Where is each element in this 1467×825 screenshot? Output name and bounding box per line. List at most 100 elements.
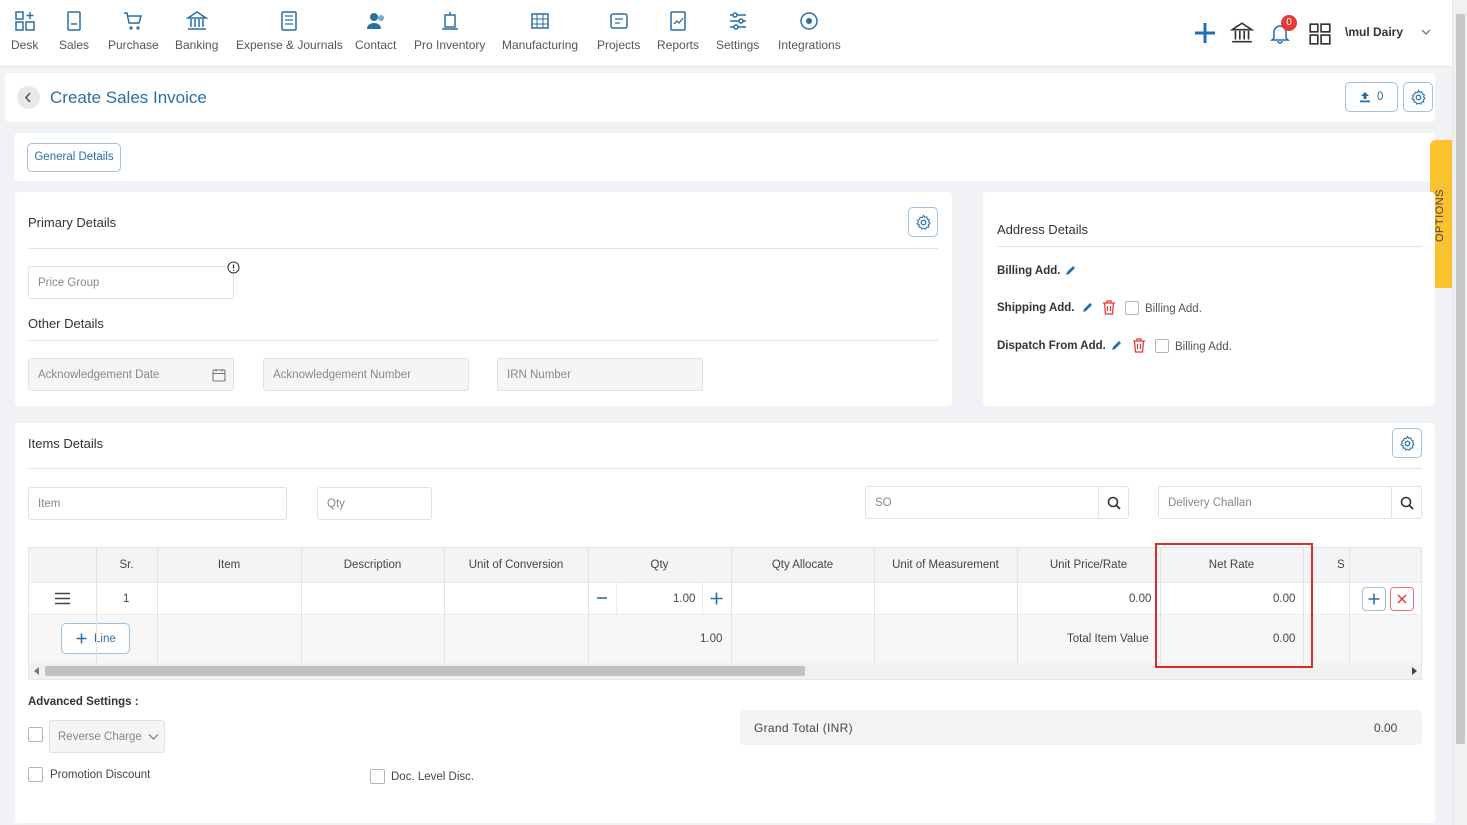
scroll-left-icon[interactable] — [34, 667, 40, 675]
nav-projects-label: Projects — [597, 38, 641, 52]
total-item-value-label: Total Item Value — [1067, 633, 1149, 645]
divider — [874, 548, 875, 663]
nav-purchase[interactable]: Purchase — [108, 10, 159, 52]
nav-expense-journals[interactable]: Expense & Journals — [236, 10, 343, 52]
dispatch-from-address-label: Dispatch From Add. — [997, 340, 1106, 352]
vertical-scrollbar[interactable] — [1452, 0, 1467, 825]
row-unit-price[interactable]: 0.00 — [1129, 593, 1151, 605]
nav-expense-label: Expense & Journals — [236, 38, 343, 52]
title-bar — [5, 73, 1435, 122]
acknowledgement-number-input[interactable]: Acknowledgement Number — [263, 358, 469, 391]
nav-inventory-label: Pro Inventory — [414, 38, 486, 52]
qty-input[interactable]: Qty — [317, 487, 432, 520]
nav-projects[interactable]: Projects — [597, 10, 640, 52]
nav-contact[interactable]: Contact — [355, 10, 396, 52]
add-row-button[interactable] — [1362, 587, 1386, 611]
doc-level-disc-label: Doc. Level Disc. — [391, 771, 475, 783]
close-icon — [1397, 594, 1407, 604]
so-input[interactable]: SO — [865, 486, 1129, 519]
chevron-down-icon[interactable] — [1421, 28, 1431, 36]
nav-sales[interactable]: Sales — [59, 10, 89, 52]
divider — [1017, 548, 1018, 663]
page-settings-button[interactable] — [1403, 82, 1433, 112]
scroll-right-icon[interactable] — [1411, 667, 1417, 675]
acknowledgement-date-input[interactable]: Acknowledgement Date — [28, 358, 234, 391]
doc-level-disc-checkbox[interactable] — [370, 769, 385, 784]
upload-icon — [1360, 92, 1370, 103]
plus-icon — [76, 633, 87, 644]
divider — [28, 248, 938, 249]
dispatch-same-label: Billing Add. — [1175, 341, 1232, 353]
projects-icon — [609, 13, 628, 29]
nav-pro-inventory[interactable]: Pro Inventory — [414, 10, 485, 52]
chevron-left-icon — [24, 92, 31, 103]
divider — [616, 583, 617, 614]
irn-number-input[interactable]: IRN Number — [497, 358, 703, 391]
nav-manufacturing[interactable]: Manufacturing — [502, 10, 578, 52]
plus-icon[interactable] — [710, 592, 723, 605]
tab-bar — [14, 133, 1435, 181]
cart-icon — [124, 12, 143, 30]
reverse-charge-checkbox[interactable] — [28, 727, 43, 742]
primary-settings-button[interactable] — [908, 207, 938, 237]
info-icon[interactable] — [227, 261, 240, 274]
nav-manufacturing-label: Manufacturing — [502, 38, 579, 52]
calendar-icon[interactable] — [212, 368, 226, 382]
plus-icon[interactable] — [1194, 22, 1216, 44]
shipping-same-as-billing-checkbox[interactable] — [1125, 301, 1139, 315]
divider — [301, 548, 302, 663]
trash-icon[interactable] — [1132, 338, 1146, 353]
col-qty: Qty — [650, 559, 669, 571]
col-unit-price: Unit Price/Rate — [1049, 559, 1128, 571]
upload-button[interactable]: 0 — [1345, 82, 1398, 112]
reverse-charge-select[interactable]: Reverse Charge — [49, 720, 165, 753]
delivery-challan-input[interactable]: Delivery Challan — [1158, 486, 1422, 519]
bank-shortcut-icon[interactable] — [1230, 21, 1254, 45]
company-name[interactable]: \mul Dairy — [1345, 25, 1405, 39]
search-icon[interactable] — [1107, 496, 1121, 510]
other-details-title: Other Details — [28, 316, 104, 331]
nav-banking[interactable]: Banking — [175, 10, 218, 52]
shipping-address-label: Shipping Add. — [997, 302, 1075, 314]
scrollbar-thumb[interactable] — [1456, 14, 1465, 744]
shipping-same-label: Billing Add. — [1145, 303, 1202, 315]
gear-icon — [916, 214, 931, 230]
divider — [1349, 548, 1350, 663]
settings-sliders-icon — [729, 12, 746, 30]
address-details-title: Address Details — [997, 222, 1089, 237]
journal-icon — [281, 11, 298, 31]
pencil-icon[interactable] — [1081, 301, 1094, 314]
pencil-icon[interactable] — [1064, 264, 1077, 277]
dispatch-same-as-billing-checkbox[interactable] — [1155, 339, 1169, 353]
trash-icon[interactable] — [1102, 300, 1116, 315]
pencil-icon[interactable] — [1110, 339, 1123, 352]
notification-badge: 0 — [1281, 15, 1297, 31]
divider — [157, 548, 158, 663]
minus-icon[interactable] — [596, 592, 608, 604]
divider — [588, 548, 589, 663]
nav-desk-label: Desk — [11, 38, 39, 52]
tab-general-details[interactable]: General Details — [27, 143, 121, 172]
row-qty[interactable]: 1.00 — [673, 593, 695, 605]
nav-reports[interactable]: Reports — [657, 10, 699, 52]
price-group-input[interactable]: Price Group — [28, 266, 234, 299]
gear-icon — [1400, 435, 1415, 451]
nav-settings[interactable]: Settings — [716, 10, 759, 52]
upload-count: 0 — [1377, 91, 1384, 103]
item-search-input[interactable]: Item — [28, 487, 287, 520]
grand-total-label: Grand Total (INR) — [754, 721, 853, 735]
back-button[interactable] — [17, 86, 40, 109]
apps-grid-icon[interactable] — [1308, 22, 1332, 46]
drag-handle-icon[interactable] — [54, 592, 71, 605]
divider — [731, 548, 732, 663]
gear-icon — [1411, 89, 1426, 105]
scrollbar-thumb[interactable] — [45, 666, 805, 676]
search-icon[interactable] — [1400, 496, 1414, 510]
nav-desk[interactable]: Desk — [11, 10, 38, 52]
nav-reports-label: Reports — [657, 38, 700, 52]
items-settings-button[interactable] — [1392, 428, 1422, 458]
remove-row-button[interactable] — [1390, 587, 1414, 611]
promotion-discount-checkbox[interactable] — [28, 767, 43, 782]
nav-purchase-label: Purchase — [108, 38, 159, 52]
nav-integrations[interactable]: Integrations — [778, 10, 841, 52]
